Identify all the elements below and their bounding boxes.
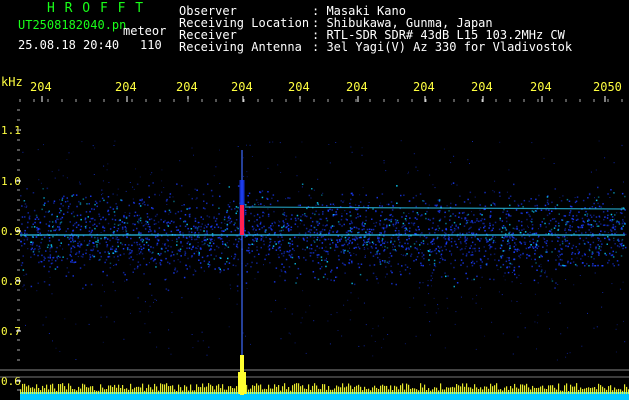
freq-unit-label: kHz [1,75,23,89]
spectrogram: 204 204 204 204 204 204 204 204 204 2050 1.11.00.… [0,80,629,400]
noise-layer [20,140,627,361]
time-tick-label: 204 [346,80,368,94]
time-tick-label: 204 [530,80,552,94]
time-tick-label: 204 [471,80,493,94]
time-tick-label: 204 [413,80,435,94]
time-tick-label: 204 [231,80,253,94]
time-tick-label: 204 [30,80,52,94]
lines-layer [20,150,626,360]
time-axis: 204 204 204 204 204 204 204 204 204 2050 [19,80,623,102]
time-tick-label: 204 [115,80,137,94]
time-tick-label: 2050 [593,80,622,94]
time-tick-label: 204 [288,80,310,94]
frequency-axis: 1.11.00.90.80.70.6 [1,109,21,391]
signal-baseline [0,355,629,400]
time-tick-label: 204 [176,80,198,94]
